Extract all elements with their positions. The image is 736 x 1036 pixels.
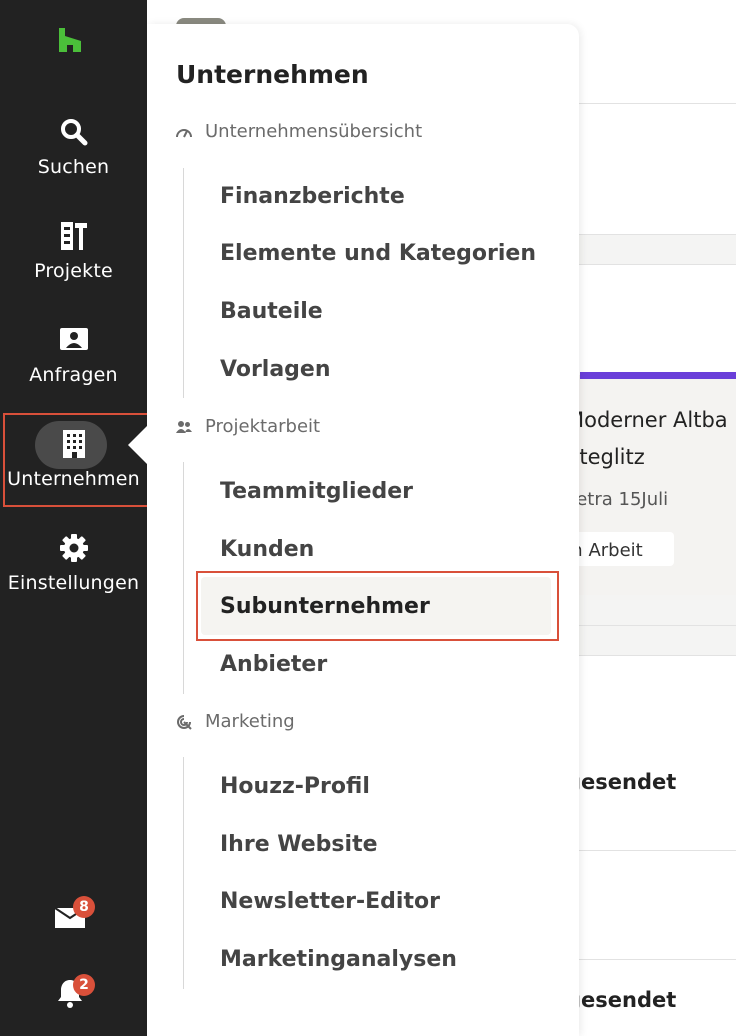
menu-item-newsletter-editor[interactable]: Newsletter-Editor (220, 889, 440, 914)
inquiries-icon (59, 328, 88, 350)
menu-item-components[interactable]: Bauteile (220, 299, 323, 324)
nav-item-label: Projekte (34, 260, 113, 282)
nav-item-label: Suchen (37, 156, 110, 178)
menu-item-elements-categories[interactable]: Elemente und Kategorien (220, 241, 536, 266)
section-label: Projektarbeit (205, 416, 321, 437)
menu-title: Unternehmen (176, 60, 369, 89)
bg-row-status-1: gesendet (566, 770, 677, 794)
nav-item-projects[interactable]: Projekte (0, 220, 147, 282)
menu-item-templates[interactable]: Vorlagen (220, 357, 331, 382)
bg-card-title-1: Moderner Altba (566, 408, 728, 432)
menu-item-clients[interactable]: Kunden (220, 537, 314, 562)
messages-badge: 8 (73, 896, 95, 918)
section-project-work: Projektarbeit (175, 416, 320, 437)
nav-item-search[interactable]: Suchen (0, 116, 147, 178)
main-nav: Suchen Projekte Anfragen Unternehmen Ein… (0, 0, 154, 1036)
menu-pointer-caret (128, 425, 148, 465)
menu-item-your-website[interactable]: Ihre Website (220, 832, 378, 857)
bg-card-subtitle: Petra 15Juli (566, 489, 669, 510)
nav-item-label: Anfragen (29, 364, 118, 386)
section-divider-line (183, 168, 184, 398)
menu-item-vendors[interactable]: Anbieter (220, 652, 327, 677)
target-icon (177, 714, 192, 730)
notifications-button[interactable]: 2 (52, 974, 95, 1014)
messages-button[interactable]: 8 (52, 896, 95, 934)
menu-item-financial-reports[interactable]: Finanzberichte (220, 184, 405, 209)
section-label: Unternehmensübersicht (205, 121, 423, 142)
highlight-box (196, 571, 559, 641)
menu-item-team-members[interactable]: Teammitglieder (220, 479, 413, 504)
menu-item-marketing-analytics[interactable]: Marketinganalysen (220, 947, 457, 972)
section-label: Marketing (205, 711, 295, 732)
gauge-icon (176, 128, 192, 137)
bg-card-accent (580, 372, 736, 379)
nav-item-label: Einstellungen (7, 572, 140, 594)
section-divider-line (183, 757, 184, 989)
nav-item-settings[interactable]: Einstellungen (0, 532, 147, 594)
projects-icon (60, 222, 87, 250)
nav-item-inquiries[interactable]: Anfragen (0, 324, 147, 386)
search-icon (60, 119, 87, 146)
section-company-overview: Unternehmensübersicht (175, 121, 422, 142)
gear-icon (59, 534, 88, 562)
company-flyout-menu: Unternehmen Unternehmensübersicht Finanz… (147, 24, 579, 1036)
section-divider-line (183, 462, 184, 694)
houzz-logo-icon[interactable] (56, 26, 84, 54)
team-icon (176, 420, 192, 433)
notifications-badge: 2 (73, 974, 95, 996)
menu-item-houzz-profile[interactable]: Houzz-Profil (220, 774, 370, 799)
bg-row-status-2: gesendet (566, 988, 677, 1012)
section-marketing: Marketing (175, 711, 295, 732)
